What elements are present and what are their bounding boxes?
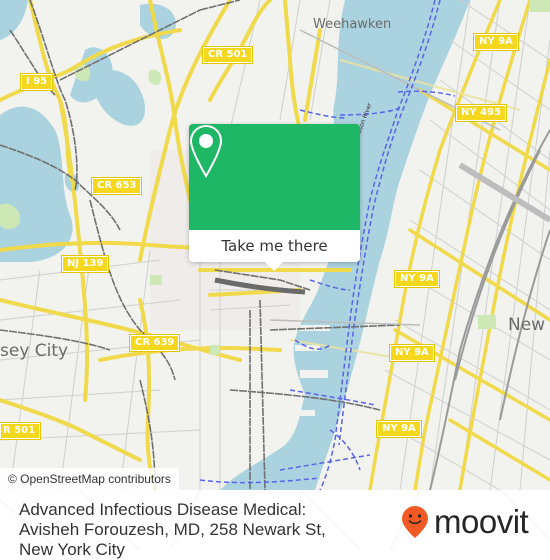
route-shield-ny9a-1: NY 9A (394, 270, 440, 288)
route-shield-cr501: CR 501 (201, 46, 254, 64)
route-shield-ny9a-north: NY 9A (473, 33, 519, 51)
moovit-wordmark: moovit (434, 503, 529, 540)
route-shield-cr501-south: R 501 (0, 422, 42, 440)
route-shield-nj139: NJ 139 (60, 255, 110, 273)
place-title: Advanced Infectious Disease Medical: Avi… (19, 500, 326, 559)
footer: Advanced Infectious Disease Medical: Avi… (0, 490, 550, 559)
route-shield-cr639: CR 639 (128, 334, 181, 352)
popup-header (189, 124, 360, 230)
map-view[interactable]: Weehawken sey City New Hudson River I 95… (0, 0, 550, 490)
route-shield-cr653: CR 653 (90, 177, 143, 195)
location-popup[interactable]: Take me there (189, 124, 360, 271)
popup-pointer (265, 262, 283, 271)
map-attribution[interactable]: © OpenStreetMap contributors (0, 468, 179, 490)
place-label-weehawken: Weehawken (313, 17, 392, 32)
route-shield-ny9a-3: NY 9A (376, 420, 422, 438)
place-label-new-york: New (508, 315, 546, 335)
moovit-pin-icon (402, 506, 428, 538)
take-me-there-button[interactable]: Take me there (189, 230, 360, 262)
map-pin-icon (189, 124, 223, 178)
route-shield-ny495: NY 495 (455, 104, 507, 122)
route-shield-ny9a-2: NY 9A (389, 344, 435, 362)
place-label-jersey-city: sey City (0, 341, 69, 361)
route-shield-i95: I 95 (19, 73, 54, 91)
